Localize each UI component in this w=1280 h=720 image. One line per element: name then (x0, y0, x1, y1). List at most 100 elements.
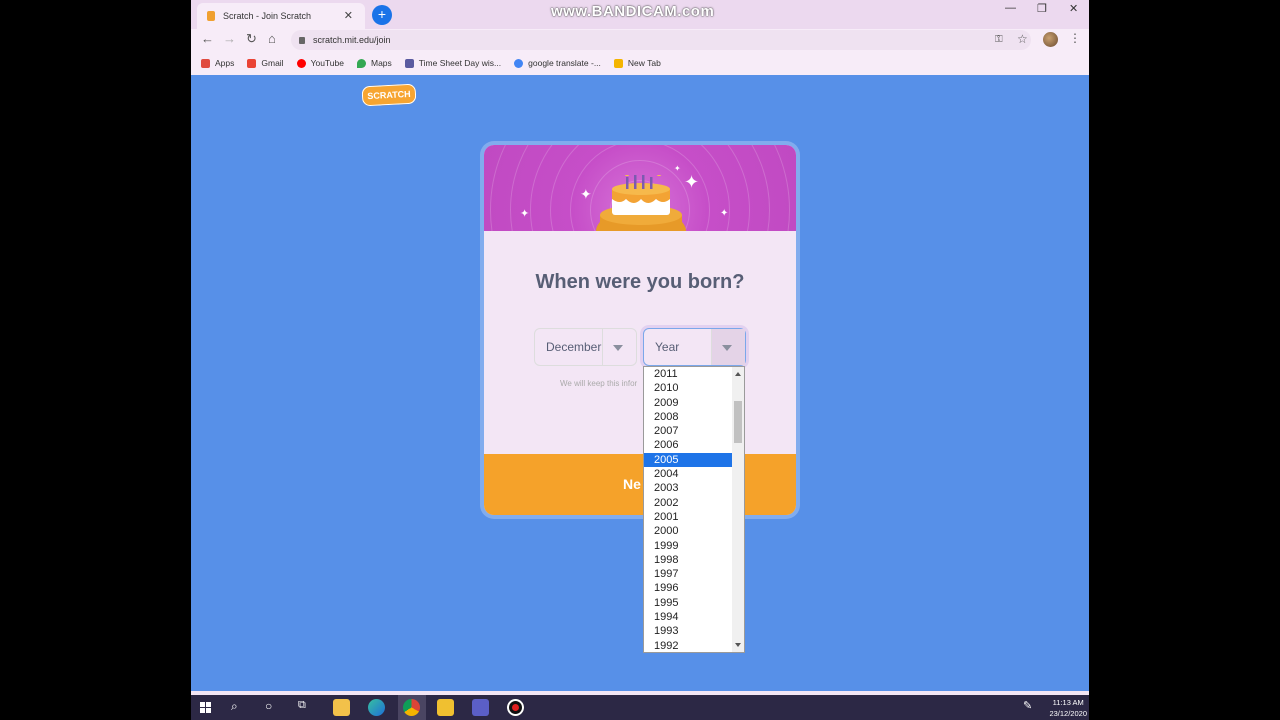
year-option-2002[interactable]: 2002 (644, 496, 733, 510)
sparkle-icon: ✦ (720, 208, 729, 219)
clock-time: 11:13 AM (1052, 698, 1084, 707)
reload-icon[interactable]: ↻ (246, 31, 257, 47)
minimize-icon[interactable]: — (1005, 2, 1016, 14)
windows-start-icon[interactable] (197, 699, 214, 716)
search-icon[interactable]: ⌕ (231, 699, 248, 716)
year-option-2005[interactable]: 2005 (644, 452, 733, 468)
bookmark-label: YouTube (310, 58, 344, 68)
bookmark-star-icon[interactable]: ☆ (1017, 32, 1028, 46)
bookmark-timesheet[interactable]: Time Sheet Day wis... (404, 58, 502, 68)
dropdown-scrollbar[interactable] (732, 367, 744, 652)
maps-pin-icon (356, 58, 366, 68)
bookmark-youtube[interactable]: YouTube (296, 58, 344, 68)
menu-dots-icon[interactable]: ⋮ (1069, 31, 1081, 45)
teams-icon[interactable] (472, 699, 489, 716)
year-option-1997[interactable]: 1997 (644, 567, 733, 581)
task-view-icon[interactable]: ⧉ (298, 699, 315, 716)
scroll-down-icon[interactable] (735, 643, 741, 647)
gmail-icon (247, 58, 257, 68)
sparkle-icon: ✦ (580, 186, 592, 202)
bookmark-gmail[interactable]: Gmail (247, 58, 284, 68)
file-explorer-icon[interactable] (333, 699, 350, 716)
year-option-1995[interactable]: 1995 (644, 596, 733, 610)
system-clock[interactable]: 11:13 AM 23/12/2020 (1049, 697, 1087, 719)
chrome-icon[interactable] (403, 699, 420, 716)
year-option-2009[interactable]: 2009 (644, 396, 733, 410)
recording-watermark: www.BANDICAM.com (551, 3, 715, 20)
year-option-1998[interactable]: 1998 (644, 553, 733, 567)
year-option-2003[interactable]: 2003 (644, 481, 733, 495)
close-window-icon[interactable]: ✕ (1069, 2, 1078, 15)
restore-icon[interactable]: ❐ (1037, 2, 1047, 15)
key-icon[interactable]: ⚿ (995, 34, 1003, 45)
bookmark-label: Apps (215, 58, 235, 68)
month-select[interactable]: December (534, 328, 637, 366)
month-select-value: December (546, 340, 602, 354)
new-tab-button[interactable]: + (372, 5, 392, 25)
tab-title: Scratch - Join Scratch (223, 11, 312, 21)
browser-window: Scratch - Join Scratch ✕ + www.BANDICAM.… (191, 0, 1089, 720)
birthday-banner: ✦ ✦ ✦ ✦ ✦ (484, 145, 796, 231)
url-text: scratch.mit.edu/join (313, 35, 391, 45)
profile-avatar[interactable] (1043, 32, 1058, 47)
year-dropdown-list[interactable]: 2011 2010 2009 2008 2007 2006 2005 2004 2003 2002… (643, 366, 745, 653)
year-option-1999[interactable]: 1999 (644, 539, 733, 553)
scroll-up-icon[interactable] (735, 372, 741, 376)
cortana-icon[interactable]: ○ (265, 699, 282, 716)
year-option-2006[interactable]: 2006 (644, 438, 733, 452)
year-option-1996[interactable]: 1996 (644, 581, 733, 595)
bookmark-new-tab[interactable]: New Tab (613, 58, 661, 68)
year-option-1992[interactable]: 1992 (644, 639, 733, 652)
tab-close-icon[interactable]: ✕ (344, 9, 353, 22)
join-modal: ✦ ✦ ✦ ✦ ✦ When were you born? December Y… (484, 145, 796, 515)
bookmark-label: Gmail (261, 58, 284, 68)
year-option-2007[interactable]: 2007 (644, 424, 733, 438)
year-option-1993[interactable]: 1993 (644, 624, 733, 638)
tab-scratch-join[interactable]: Scratch - Join Scratch ✕ (197, 3, 365, 29)
back-arrow-icon[interactable]: ← (201, 31, 214, 46)
privacy-hint: We will keep this infor (560, 379, 638, 388)
home-icon[interactable]: ⌂ (268, 31, 276, 46)
page-title: When were you born? (535, 271, 745, 293)
youtube-icon (296, 58, 306, 68)
scratch-join-page: SCRATCH ✦ ✦ ✦ ✦ ✦ When were you born? De… (191, 75, 1089, 691)
bookmark-label: New Tab (627, 58, 661, 68)
bookmark-apps[interactable]: Apps (201, 58, 234, 68)
tab-strip: Scratch - Join Scratch ✕ + www.BANDICAM.… (191, 0, 1089, 29)
chevron-down-icon (722, 345, 732, 351)
sparkle-icon: ✦ (684, 172, 700, 192)
year-option-2004[interactable]: 2004 (644, 467, 733, 481)
record-icon[interactable] (507, 699, 524, 716)
google-icon (514, 58, 524, 68)
year-option-2000[interactable]: 2000 (644, 524, 733, 538)
clock-date: 23/12/2020 (1049, 709, 1087, 718)
year-option-1994[interactable]: 1994 (644, 610, 733, 624)
edge-icon[interactable] (368, 699, 385, 716)
browser-toolbar: ← → ↻ ⌂ scratch.mit.edu/join ⚿ ☆ ⋮ (191, 29, 1089, 51)
timesheet-icon (404, 58, 414, 68)
scratch-logo[interactable]: SCRATCH (361, 83, 417, 107)
sparkle-icon: ✦ (520, 208, 530, 220)
year-option-2010[interactable]: 2010 (644, 381, 733, 395)
lock-icon (299, 36, 305, 44)
windows-taskbar: ⌕ ○ ⧉ ✎ 11:13 AM 23/12/2020 (191, 695, 1089, 720)
pen-icon[interactable]: ✎ (1023, 699, 1040, 716)
scrollbar-thumb[interactable] (734, 401, 742, 443)
year-option-2008[interactable]: 2008 (644, 410, 733, 424)
bookmark-maps[interactable]: Maps (356, 58, 392, 68)
year-select-value: Year (655, 340, 680, 354)
bookmark-label: Maps (370, 58, 392, 68)
bookmarks-bar: Apps Gmail YouTube Maps Time Sheet Day w… (191, 51, 1089, 75)
birthday-cake-icon (596, 175, 686, 231)
address-bar[interactable]: scratch.mit.edu/join (291, 30, 1031, 50)
scratch-favicon-icon (207, 11, 215, 21)
year-select[interactable]: Year (643, 328, 746, 366)
bookmark-label: Time Sheet Day wis... (418, 58, 502, 68)
new-tab-icon (613, 58, 623, 68)
sticky-notes-icon[interactable] (437, 699, 454, 716)
year-option-2001[interactable]: 2001 (644, 510, 733, 524)
bookmark-google-translate[interactable]: google translate -... (514, 58, 601, 68)
forward-arrow-icon[interactable]: → (223, 31, 236, 46)
next-button[interactable]: Ne (484, 454, 796, 515)
year-option-2011[interactable]: 2011 (644, 367, 733, 381)
